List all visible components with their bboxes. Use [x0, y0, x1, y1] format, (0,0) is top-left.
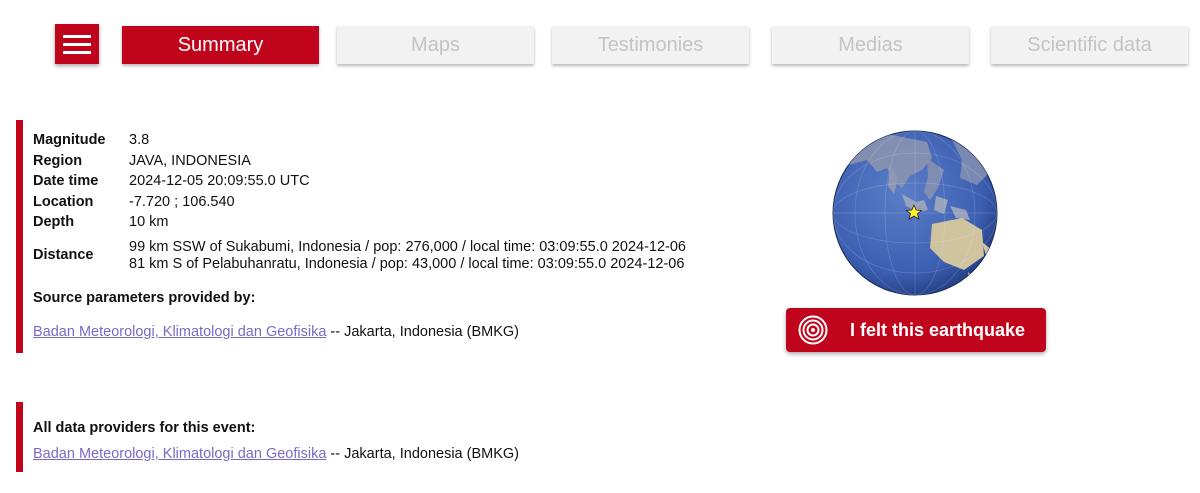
distance-values: 99 km SSW of Sukabumi, Indonesia / pop: …: [129, 233, 686, 273]
depth-value: 10 km: [129, 214, 169, 230]
location-row: Location -7.720 ; 106.540: [33, 192, 686, 213]
target-icon: [798, 315, 828, 345]
providers-provider: Badan Meteorologi, Klimatologi dan Geofi…: [33, 446, 519, 462]
distance-label: Distance: [33, 247, 94, 264]
depth-row: Depth 10 km: [33, 212, 686, 233]
source-provider: Badan Meteorologi, Klimatologi dan Geofi…: [33, 324, 519, 340]
location-value: -7.720 ; 106.540: [129, 193, 235, 210]
magnitude-value: 3.8: [129, 132, 150, 148]
globe-map: [832, 130, 998, 296]
magnitude-label: Magnitude: [33, 132, 106, 148]
event-summary-panel: Magnitude 3.8 Region JAVA, INDONESIA Dat…: [16, 120, 783, 353]
source-provider-link[interactable]: Badan Meteorologi, Klimatologi dan Geofi…: [33, 324, 326, 340]
felt-earthquake-label: I felt this earthquake: [850, 320, 1026, 340]
event-info-table: Magnitude 3.8 Region JAVA, INDONESIA Dat…: [33, 130, 686, 273]
distance-line: 81 km S of Pelabuhanratu, Indonesia / po…: [129, 255, 685, 272]
distance-row: Distance 99 km SSW of Sukabumi, Indonesi…: [33, 233, 686, 273]
distance-line: 99 km SSW of Sukabumi, Indonesia / pop: …: [129, 238, 686, 255]
hamburger-menu-button[interactable]: [55, 24, 99, 64]
menu-bar-icon: [63, 42, 91, 46]
location-label: Location: [33, 193, 94, 210]
providers-heading: All data providers for this event:: [33, 420, 256, 436]
region-value: JAVA, INDONESIA: [129, 152, 251, 169]
source-provider-suffix: -- Jakarta, Indonesia (BMKG): [326, 324, 519, 340]
providers-provider-link[interactable]: Badan Meteorologi, Klimatologi dan Geofi…: [33, 446, 326, 462]
region-label: Region: [33, 152, 83, 169]
menu-bar-icon: [63, 50, 91, 54]
tab-testimonies[interactable]: Testimonies: [552, 26, 749, 64]
magnitude-row: Magnitude 3.8: [33, 130, 686, 151]
menu-bar-icon: [63, 34, 91, 38]
source-heading: Source parameters provided by:: [33, 290, 256, 306]
depth-label: Depth: [33, 214, 75, 230]
tab-medias[interactable]: Medias: [772, 26, 969, 64]
datetime-value: 2024-12-05 20:09:55.0 UTC: [129, 173, 310, 189]
datetime-label: Date time: [33, 173, 99, 189]
providers-provider-suffix: -- Jakarta, Indonesia (BMKG): [326, 446, 519, 462]
tab-summary[interactable]: Summary: [122, 26, 319, 64]
tab-scientific-data[interactable]: Scientific data: [991, 26, 1188, 64]
region-row: Region JAVA, INDONESIA: [33, 151, 686, 172]
data-providers-panel: All data providers for this event: Badan…: [16, 402, 783, 472]
felt-earthquake-button[interactable]: I felt this earthquake: [786, 308, 1046, 352]
datetime-row: Date time 2024-12-05 20:09:55.0 UTC: [33, 171, 686, 192]
tab-maps[interactable]: Maps: [337, 26, 534, 64]
